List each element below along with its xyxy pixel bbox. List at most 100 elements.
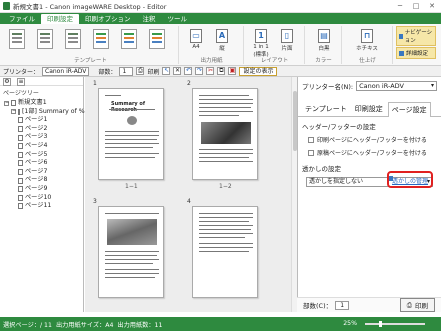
page-icon: [18, 194, 23, 201]
tree-page-item[interactable]: ページ5: [0, 151, 83, 160]
tab-template[interactable]: テンプレート: [302, 102, 350, 116]
page-icon: [18, 160, 23, 167]
tree-page-item[interactable]: ページ7: [0, 168, 83, 177]
tree-group-item[interactable]: − [1部] Summary of %: [0, 107, 85, 117]
redo-icon[interactable]: ↷: [195, 67, 204, 75]
finishing-group: ⊓ ホチキス 仕上げ: [343, 26, 393, 64]
page-number-3: 3: [93, 198, 97, 205]
tree-expander-icon[interactable]: −: [11, 109, 16, 115]
template-group: テンプレート: [3, 26, 179, 64]
page-icon: [18, 169, 23, 176]
template-1[interactable]: [9, 29, 25, 49]
template-4[interactable]: [93, 29, 109, 49]
tree-item-label: ページ11: [25, 202, 52, 210]
print-toolbar-label[interactable]: 印刷: [147, 67, 159, 76]
tree-view-icon[interactable]: ≡: [17, 78, 25, 86]
page-thumbnail-4[interactable]: [192, 206, 258, 298]
rp-copies-label: 部数(C)：: [303, 302, 333, 310]
rp-printer-select[interactable]: Canon iR-ADV: [356, 81, 437, 91]
tree-item-label: ページ7: [25, 167, 48, 175]
page-thumbnail-1[interactable]: Summary of Research: [98, 88, 164, 180]
color-mode-button[interactable]: ▤ 白黒: [314, 29, 334, 52]
page-caption-1: 1−1: [125, 183, 138, 190]
paper-size-button[interactable]: ▭ A4: [186, 29, 206, 50]
original-page-hf-checkbox[interactable]: 原稿ページにヘッダー/フッターを付ける: [298, 146, 441, 159]
select-icon[interactable]: ↖: [162, 67, 171, 75]
tree-page-item[interactable]: ページ8: [0, 176, 83, 185]
original-page-hf-label: 原稿ページにヘッダー/フッターを付ける: [317, 150, 427, 157]
page-icon: [18, 117, 23, 124]
copy-icon[interactable]: ⧉: [217, 67, 226, 75]
close-button[interactable]: ✕: [427, 2, 437, 11]
nup-button[interactable]: 1 1 in 1 (標準): [249, 29, 273, 58]
page-number-2: 2: [187, 80, 191, 87]
tree-item-label: ページ2: [25, 124, 48, 132]
tab-file[interactable]: ファイル: [3, 14, 41, 24]
zoom-slider-thumb[interactable]: [379, 321, 382, 327]
tree-item-label: ページ10: [25, 193, 52, 201]
paste-icon[interactable]: ▣: [228, 67, 237, 75]
tree-page-item[interactable]: ページ9: [0, 185, 83, 194]
tab-print-settings[interactable]: 印刷設定: [41, 14, 79, 24]
minimize-button[interactable]: ─: [395, 2, 405, 11]
tab-print-options[interactable]: 印刷オプション: [79, 14, 137, 24]
print-page-hf-checkbox[interactable]: 印刷ページにヘッダー/フッターを付ける: [298, 133, 441, 146]
undo-icon[interactable]: ↶: [184, 67, 193, 75]
cut-icon[interactable]: ✂: [206, 67, 215, 75]
tree-document-item[interactable]: − 新規文書1: [0, 99, 83, 108]
copies-input[interactable]: 1: [119, 66, 134, 76]
tree-page-item[interactable]: ページ3: [0, 133, 83, 142]
tree-item-label: ページ4: [25, 141, 48, 149]
finishing-group-label: 仕上げ: [359, 58, 376, 64]
staple-button[interactable]: ⊓ ホチキス: [353, 29, 381, 52]
tree-item-label: ページ1: [25, 116, 48, 124]
tree-page-item[interactable]: ページ10: [0, 194, 83, 203]
page-thumbnail-2[interactable]: [192, 88, 258, 180]
tree-page-item[interactable]: ページ2: [0, 125, 83, 134]
page-icon: [18, 143, 23, 150]
page-thumbnail-area: 1 Summary of Research 1−1 2 1−2 3 4: [85, 77, 297, 312]
delete-icon[interactable]: ✕: [173, 67, 182, 75]
duplex-button[interactable]: ▯ 片面: [277, 29, 297, 52]
tree-item-label: [1部] Summary of %: [22, 107, 85, 115]
tree-page-item[interactable]: ページ4: [0, 142, 83, 151]
tab-tools[interactable]: ツール: [162, 14, 194, 24]
logo-image: [127, 116, 137, 125]
template-3[interactable]: [65, 29, 81, 49]
template-2[interactable]: [37, 29, 53, 49]
status-output-size: 出力用紙サイズ：A4: [55, 321, 114, 329]
zoom-slider[interactable]: [365, 321, 425, 327]
printer-select[interactable]: Canon iR-ADV: [42, 66, 90, 76]
tree-item-label: ページ9: [25, 184, 48, 192]
tree-page-item[interactable]: ページ1: [0, 116, 83, 125]
tree-page-item[interactable]: ページ11: [0, 202, 83, 211]
printer-icon: ⎙: [406, 300, 412, 309]
tab-print-setting[interactable]: 印刷設定: [352, 102, 386, 116]
view-panel: ナビゲーション 詳細設定: [396, 26, 436, 60]
app-icon: [3, 2, 10, 10]
tree-settings-icon[interactable]: ⚙: [3, 78, 11, 86]
page-thumbnail-3[interactable]: [98, 206, 164, 298]
tree-page-item[interactable]: ページ6: [0, 159, 83, 168]
print-button[interactable]: ⎙ 印刷: [399, 298, 435, 312]
detail-settings-toggle[interactable]: 詳細設定: [396, 47, 436, 59]
print-icon[interactable]: ⎙: [136, 67, 145, 75]
tree-expander-icon[interactable]: −: [4, 100, 9, 106]
maximize-button[interactable]: □: [411, 2, 421, 11]
tab-annotation[interactable]: 注釈: [137, 14, 162, 24]
page-number-4: 4: [187, 198, 191, 205]
status-page: 選択ページ：/ 11: [3, 321, 52, 329]
page-icon: [18, 203, 23, 210]
navigation-toggle[interactable]: ナビゲーション: [396, 26, 436, 46]
color-mode-label: 白黒: [318, 46, 330, 52]
template-5[interactable]: [121, 29, 137, 49]
orientation-button[interactable]: A 縦: [212, 29, 232, 52]
highlight-callout: [387, 171, 433, 188]
page-tree-pane: ⚙ ≡ ページツリー − 新規文書1− [1部] Summary of % ページ1 ペ…: [0, 77, 85, 312]
tab-page-setting[interactable]: ページ設定: [387, 102, 431, 117]
settings-display-button[interactable]: 設定の表示: [239, 66, 278, 76]
orientation-label: 縦: [219, 46, 225, 52]
rp-copies-input[interactable]: 1: [335, 300, 350, 310]
detail-settings-label: 詳細設定: [406, 51, 429, 57]
template-6[interactable]: [149, 29, 165, 49]
